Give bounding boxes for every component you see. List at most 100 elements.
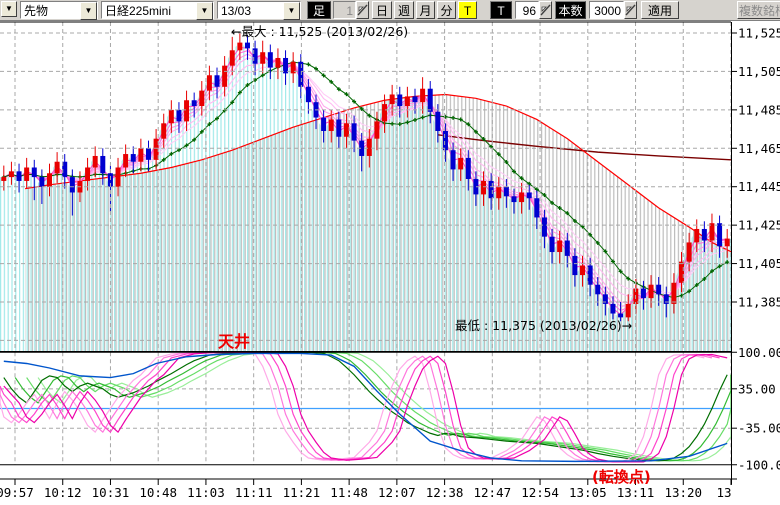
time-axis-label: 10:12: [44, 485, 82, 500]
candle-body: [161, 123, 166, 138]
contract-month-combo[interactable]: 13/03 ▼: [217, 1, 301, 19]
candle-body: [47, 173, 52, 186]
tick-count-field[interactable]: 96: [515, 1, 539, 19]
price-axis-label: 11,525: [738, 26, 780, 41]
candle-body: [489, 181, 494, 198]
candle-body: [504, 187, 509, 197]
candle-body: [93, 156, 98, 168]
price-axis-labels: 11,52511,50511,48511,46511,44511,42511,4…: [731, 26, 780, 473]
candle-body: [542, 217, 547, 236]
candle-body: [215, 75, 220, 87]
max-price-annotation: ←最大 : 11,525 (2013/02/26): [231, 24, 408, 39]
interval-value-field[interactable]: 1: [333, 1, 356, 19]
price-axis-label: 11,465: [738, 141, 780, 156]
period-week-button[interactable]: 週: [394, 1, 414, 19]
multi-symbol-button[interactable]: 複数銘柄: [737, 1, 780, 19]
contract-month-combo-arrow-icon[interactable]: ▼: [283, 2, 300, 20]
oscillator-axis-label: 100.00: [738, 345, 780, 360]
symbol-combo-arrow-icon[interactable]: ▼: [196, 2, 213, 20]
time-axis-labels: 09:5710:1210:3110:4811:0311:1111:2111:48…: [0, 485, 732, 500]
candle-body: [367, 139, 372, 156]
candle-body: [671, 283, 676, 304]
candle-body: [192, 100, 197, 106]
candle-body: [260, 52, 265, 64]
rci-green-line: [27, 352, 731, 461]
contract-month-combo-value: 13/03: [218, 2, 283, 18]
candle-body: [344, 123, 349, 136]
oscillator-axis-label: 35.00: [738, 381, 776, 396]
candle-body: [550, 237, 555, 252]
candle-body: [511, 196, 516, 202]
period-day-button[interactable]: 日: [372, 1, 392, 19]
period-tick-button[interactable]: T: [458, 1, 477, 19]
candle-body: [123, 154, 128, 167]
time-axis-label: 13:11: [617, 485, 655, 500]
time-axis-label: 10:31: [92, 485, 130, 500]
candle-body: [131, 154, 136, 162]
time-axis-label: 12:38: [426, 485, 464, 500]
candle-body: [245, 43, 250, 49]
candle-body: [656, 285, 661, 295]
candle-body: [207, 75, 212, 90]
tick-mode-label: T: [490, 1, 512, 19]
candle-body: [32, 167, 37, 177]
toolbar: ▼ 先物 ▼ 日経225mini ▼ 13/03 ▼ 足 1 日 週 月 分 T…: [0, 0, 780, 21]
candle-body: [85, 167, 90, 180]
candle-body: [184, 100, 189, 121]
candle-body: [176, 110, 181, 122]
time-axis-label: 12:07: [378, 485, 416, 500]
candle-body: [1, 177, 6, 181]
candle-body: [405, 96, 410, 106]
time-axis-label: 12:47: [474, 485, 512, 500]
candle-body: [237, 43, 242, 51]
ashi-bar-type-button[interactable]: 足: [307, 1, 331, 19]
symbol-combo[interactable]: 日経225mini ▼: [101, 1, 214, 19]
candle-body: [717, 223, 722, 246]
rci-green-line: [15, 352, 731, 461]
market-combo[interactable]: 先物 ▼: [20, 1, 98, 19]
bar-count-label: 本数: [555, 1, 586, 19]
candle-body: [702, 229, 707, 241]
combo-stub-dropdown-button[interactable]: ▼: [1, 1, 17, 17]
candle-body: [268, 52, 273, 67]
time-axis-label: 11:11: [235, 485, 273, 500]
time-axis-label: 11:21: [283, 485, 321, 500]
apply-button[interactable]: 適用: [641, 1, 679, 19]
ceiling-annotation: 天井: [218, 332, 250, 351]
candle-body: [679, 262, 684, 283]
oscillator-axis-label: -100.00: [738, 457, 780, 472]
period-month-button[interactable]: 月: [416, 1, 435, 19]
chart-canvas[interactable]: 11,52511,50511,48511,46511,44511,42511,4…: [0, 21, 780, 500]
candle-body: [222, 66, 227, 87]
candle-body: [641, 289, 646, 299]
candle-body: [336, 119, 341, 136]
candle-body: [709, 223, 714, 240]
price-axis-label: 11,425: [738, 218, 780, 233]
candle-body: [39, 177, 44, 187]
tick-count-spinner-button[interactable]: [539, 1, 552, 19]
time-axis-label: 13:05: [569, 485, 607, 500]
candle-body: [374, 121, 379, 138]
candle-body: [519, 192, 524, 202]
time-axis-label: 10:48: [139, 485, 177, 500]
candle-body: [169, 110, 174, 123]
period-minute-button[interactable]: 分: [437, 1, 456, 19]
candle-body: [610, 304, 615, 314]
bar-count-spinner-button[interactable]: [624, 1, 637, 19]
candle-body: [687, 242, 692, 261]
candle-body: [390, 94, 395, 104]
candle-body: [24, 167, 29, 180]
candle-body: [428, 89, 433, 112]
chart-area: 11,52511,50511,48511,46511,44511,42511,4…: [0, 21, 780, 500]
oscillator-axis-label: -35.00: [738, 421, 780, 436]
market-combo-arrow-icon[interactable]: ▼: [80, 2, 97, 20]
candle-body: [306, 87, 311, 102]
bar-count-field[interactable]: 3000: [589, 1, 624, 19]
candle-body: [352, 123, 357, 140]
candle-body: [138, 148, 143, 161]
candle-body: [420, 89, 425, 102]
time-axis-label: 12:54: [521, 485, 559, 500]
interval-spinner-button[interactable]: [356, 1, 369, 19]
candle-body: [618, 314, 623, 318]
candle-body: [329, 119, 334, 131]
